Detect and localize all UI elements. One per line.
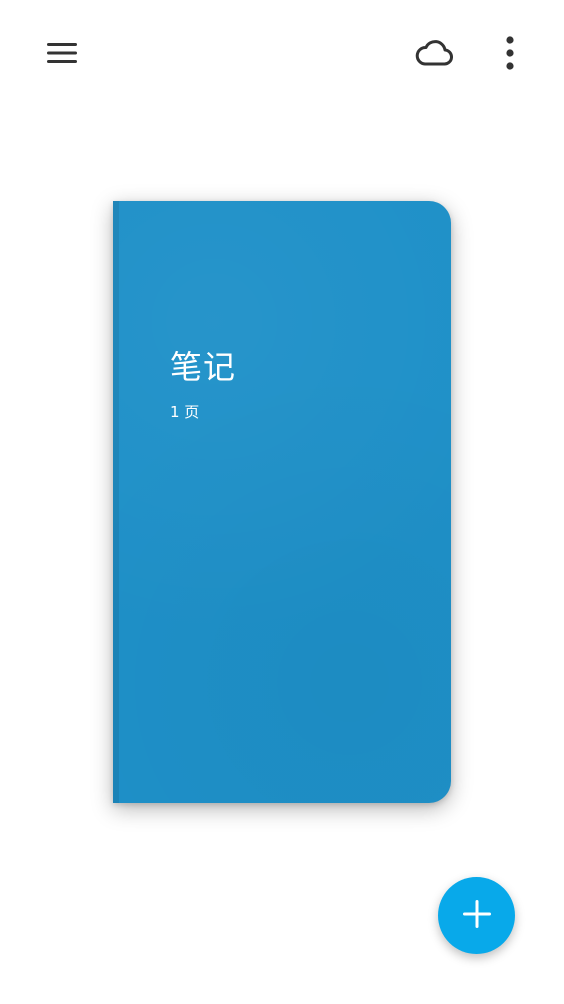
- hamburger-menu-icon: [46, 41, 78, 69]
- more-vertical-icon: [505, 36, 515, 74]
- notebook-texture: [113, 201, 451, 803]
- add-notebook-button[interactable]: [438, 877, 515, 954]
- plus-icon: [461, 898, 493, 934]
- top-app-bar: [0, 0, 564, 110]
- sync-button[interactable]: [410, 31, 458, 79]
- menu-button[interactable]: [38, 31, 86, 79]
- notebook-title: 笔记: [170, 348, 237, 386]
- notebook-card[interactable]: 笔记 1 页: [113, 201, 451, 803]
- app-root: 笔记 1 页: [0, 0, 564, 1004]
- notebook-page-count: 1 页: [170, 403, 200, 421]
- cloud-icon: [415, 39, 453, 71]
- more-options-button[interactable]: [486, 31, 534, 79]
